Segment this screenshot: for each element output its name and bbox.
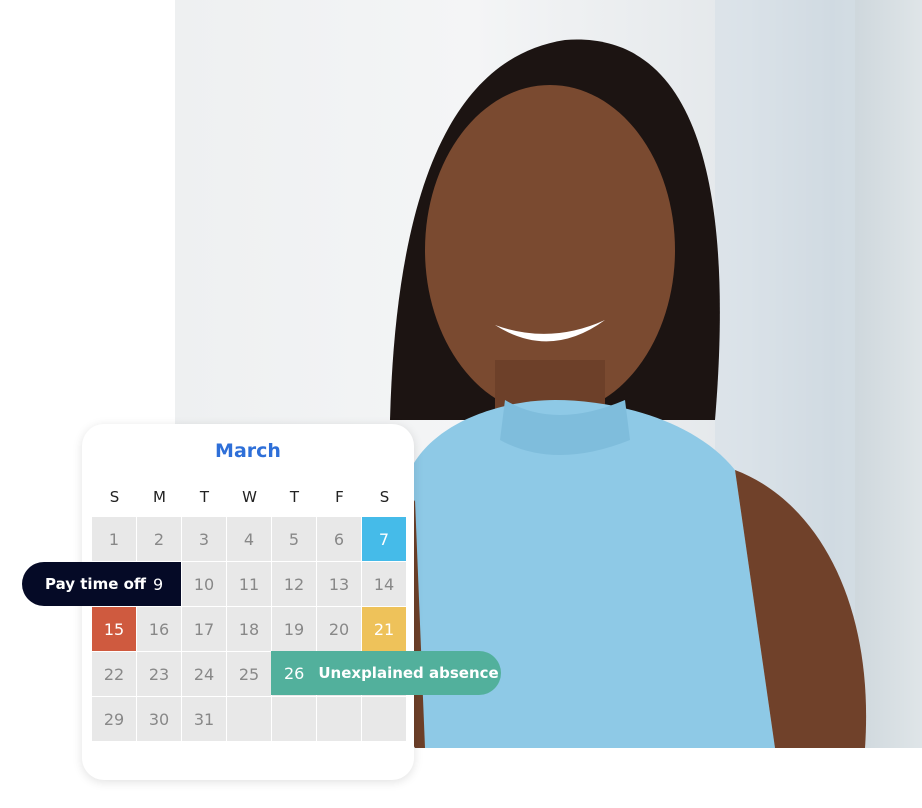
day-cell-5[interactable]: 5 [272, 517, 316, 561]
weekday-header: F [335, 488, 344, 506]
day-cell-30[interactable]: 30 [137, 697, 181, 741]
day-cell-22[interactable]: 22 [92, 652, 136, 696]
weekday-header: S [379, 488, 390, 506]
day-cell-16[interactable]: 16 [137, 607, 181, 651]
day-cell-6[interactable]: 6 [317, 517, 361, 561]
pay-time-off-badge[interactable]: Pay time off 9 [22, 562, 181, 606]
weekday-header: M [153, 488, 166, 506]
day-cell-1[interactable]: 1 [92, 517, 136, 561]
calendar-grid: 1234567891011121314151617181920212223242… [92, 517, 406, 741]
day-cell-17[interactable]: 17 [182, 607, 226, 651]
empty-cell [227, 697, 271, 741]
day-cell-12[interactable]: 12 [272, 562, 316, 606]
day-cell-24[interactable]: 24 [182, 652, 226, 696]
day-cell-14[interactable]: 14 [362, 562, 406, 606]
day-cell-3[interactable]: 3 [182, 517, 226, 561]
unexplained-absence-day: 26 [284, 663, 305, 683]
unexplained-absence-badge[interactable]: 26 Unexplained absence [271, 651, 501, 695]
pay-time-off-day: 9 [153, 574, 164, 594]
day-cell-25[interactable]: 25 [227, 652, 271, 696]
day-cell-10[interactable]: 10 [182, 562, 226, 606]
weekday-header: T [199, 488, 210, 506]
empty-cell [317, 697, 361, 741]
day-cell-11[interactable]: 11 [227, 562, 271, 606]
day-cell-21[interactable]: 21 [362, 607, 406, 651]
unexplained-absence-label: Unexplained absence [318, 664, 499, 682]
day-cell-18[interactable]: 18 [227, 607, 271, 651]
weekday-header: S [109, 488, 120, 506]
empty-cell [272, 697, 316, 741]
day-cell-15[interactable]: 15 [92, 607, 136, 651]
day-cell-13[interactable]: 13 [317, 562, 361, 606]
day-cell-19[interactable]: 19 [272, 607, 316, 651]
day-cell-29[interactable]: 29 [92, 697, 136, 741]
day-cell-31[interactable]: 31 [182, 697, 226, 741]
weekday-header: T [289, 488, 300, 506]
day-cell-4[interactable]: 4 [227, 517, 271, 561]
weekday-header: W [242, 488, 257, 506]
day-cell-23[interactable]: 23 [137, 652, 181, 696]
month-title: March [215, 440, 281, 462]
pay-time-off-label: Pay time off [45, 575, 147, 593]
day-cell-7[interactable]: 7 [362, 517, 406, 561]
day-cell-2[interactable]: 2 [137, 517, 181, 561]
day-cell-20[interactable]: 20 [317, 607, 361, 651]
empty-cell [362, 697, 406, 741]
